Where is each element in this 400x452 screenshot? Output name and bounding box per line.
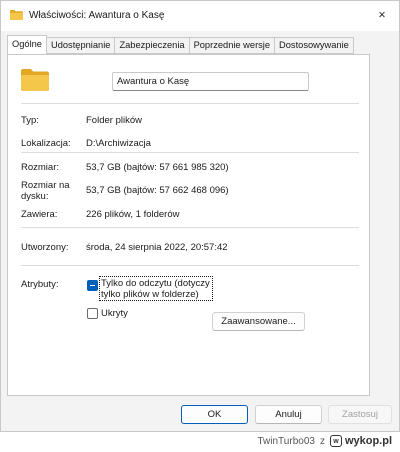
folder-name-input[interactable] [112, 72, 309, 91]
close-button[interactable]: ✕ [371, 5, 393, 25]
created-label: Utworzony: [21, 242, 69, 253]
close-icon: ✕ [378, 9, 386, 21]
divider [21, 103, 359, 104]
apply-button[interactable]: Zastosuj [328, 405, 392, 424]
attributes-label: Atrybuty: [21, 279, 59, 290]
wykop-logo-icon: w [329, 435, 342, 447]
size-label: Rozmiar: [21, 162, 60, 173]
folder-icon [21, 69, 49, 91]
size-value: 53,7 GB (bajtów: 57 661 985 320) [86, 162, 229, 173]
tab-sharing[interactable]: Udostępnianie [46, 37, 116, 54]
advanced-button[interactable]: Zaawansowane... [212, 312, 305, 331]
tab-general[interactable]: Ogólne [7, 35, 47, 54]
window-title: Właściwości: Awantura o Kasę [29, 10, 165, 21]
general-panel: Typ: Folder plików Lokalizacja: D:\Archi… [7, 54, 370, 396]
size-on-disk-label-line1: Rozmiar na [21, 180, 70, 191]
tab-strip: Ogólne Udostępnianie Zabezpieczenia Popr… [7, 35, 354, 54]
properties-dialog: Właściwości: Awantura o Kasę ✕ Ogólne Ud… [0, 0, 400, 432]
watermark-credit: TwinTurbo03 z w wykop.pl [257, 435, 392, 447]
credit-separator: z [319, 435, 325, 447]
folder-icon [10, 10, 23, 20]
contains-value: 226 plików, 1 folderów [86, 209, 180, 220]
readonly-checkbox[interactable] [87, 280, 98, 291]
tab-security[interactable]: Zabezpieczenia [115, 37, 190, 54]
tab-customize[interactable]: Dostosowywanie [275, 37, 354, 54]
hidden-label[interactable]: Ukryty [101, 308, 128, 319]
tab-previous-versions[interactable]: Poprzednie wersje [189, 37, 276, 54]
credit-site: wykop.pl [344, 435, 392, 447]
ok-button[interactable]: OK [181, 405, 248, 424]
title-bar: Właściwości: Awantura o Kasę ✕ [1, 1, 399, 31]
created-value: środa, 24 sierpnia 2022, 20:57:42 [86, 242, 228, 253]
size-on-disk-value: 53,7 GB (bajtów: 57 662 468 096) [86, 185, 229, 196]
contains-label: Zawiera: [21, 209, 58, 220]
divider [21, 227, 359, 228]
wykop-logo: w wykop.pl [329, 435, 392, 447]
cancel-button[interactable]: Anuluj [255, 405, 322, 424]
size-on-disk-label-line2: dysku: [21, 191, 49, 202]
location-value: D:\Archiwizacja [86, 138, 151, 149]
hidden-checkbox[interactable] [87, 308, 98, 319]
readonly-label-line2[interactable]: tylko plików w folderze) [101, 289, 199, 300]
divider [21, 152, 359, 153]
readonly-label-line1[interactable]: Tylko do odczytu (dotyczy [101, 278, 210, 289]
credit-username: TwinTurbo03 [257, 435, 315, 447]
type-value: Folder plików [86, 115, 142, 126]
divider [21, 265, 359, 266]
location-label: Lokalizacja: [21, 138, 71, 149]
type-label: Typ: [21, 115, 39, 126]
